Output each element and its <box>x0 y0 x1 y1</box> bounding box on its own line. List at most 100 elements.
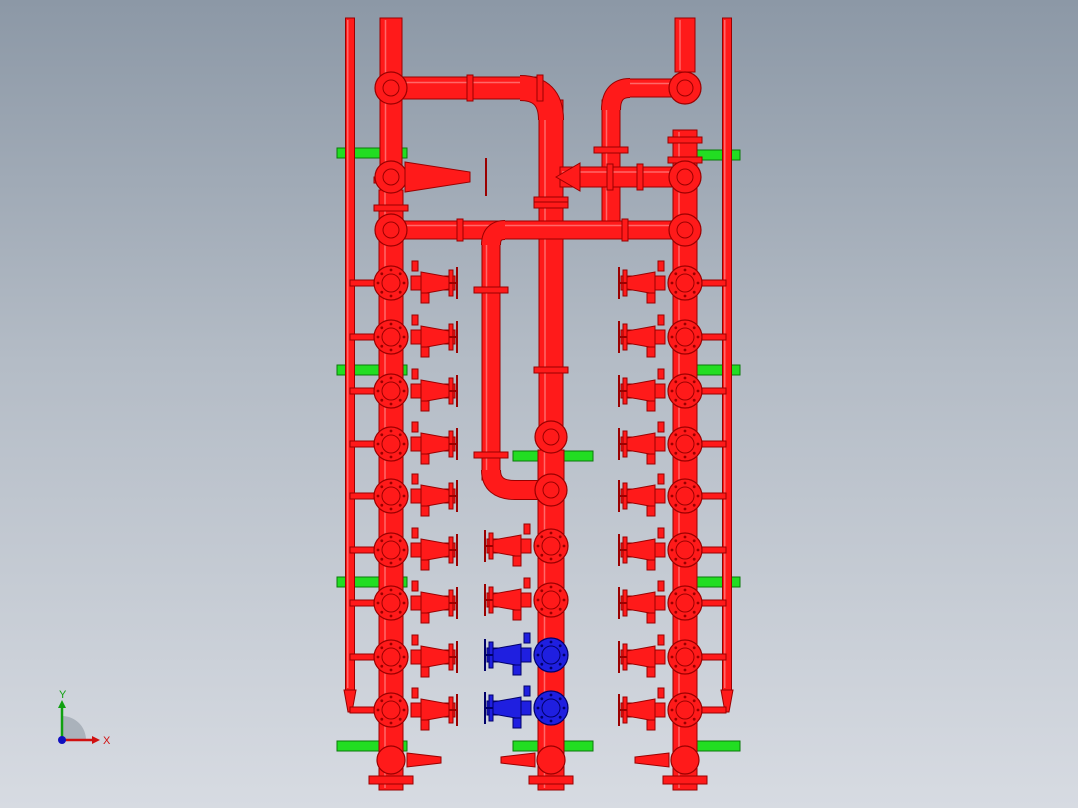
right-branch-valve[interactable] <box>618 634 703 678</box>
right-branch-valve-bolt <box>692 485 696 489</box>
elbow-flange <box>534 420 568 454</box>
left-outlet-valve[interactable] <box>376 745 406 775</box>
right-branch-valve[interactable] <box>618 527 703 571</box>
left-branch-valve[interactable] <box>373 634 458 678</box>
center-branch-valve-bolt <box>558 607 562 611</box>
center-outlet-valve[interactable] <box>536 745 566 775</box>
right-branch-valve-bolt <box>674 717 678 721</box>
right-branch-valve-bolt <box>692 646 696 650</box>
left-side-stub <box>349 599 375 607</box>
left-branch-valve-bolt <box>380 503 384 507</box>
center-branch-valve-bolt <box>558 535 562 539</box>
left-branch-valve[interactable] <box>373 368 458 412</box>
left-branch-valve-bolt <box>402 442 406 446</box>
left-outlet-valve-arm <box>406 752 442 768</box>
right-branch-valve[interactable] <box>618 473 703 517</box>
center-branch-valve-vent <box>523 577 531 589</box>
left-drain-line[interactable] <box>345 17 355 691</box>
center-selected-valve-bolt <box>562 706 566 710</box>
center-branch-valve[interactable] <box>484 577 569 621</box>
right-branch-valve-bolt <box>696 389 700 393</box>
manifold-3d-model[interactable] <box>0 0 1078 808</box>
right-branch-valve-bolt <box>683 695 687 699</box>
right-branch-valve-bolt <box>674 272 678 276</box>
left-branch-valve-bolt <box>398 451 402 455</box>
left-branch-valve-vent <box>411 314 419 326</box>
right-branch-valve-bolt <box>683 614 687 618</box>
right-branch-valve[interactable] <box>618 421 703 465</box>
cross-flange <box>456 218 464 242</box>
right-side-stub <box>701 387 727 395</box>
left-branch-valve-bolt <box>376 548 380 552</box>
run-flange <box>606 163 614 191</box>
left-branch-valve[interactable] <box>373 687 458 731</box>
left-branch-valve-bolt <box>402 281 406 285</box>
left-branch-valve-bolt <box>398 592 402 596</box>
left-side-stub <box>349 706 375 714</box>
left-branch-valve-bolt <box>398 433 402 437</box>
left-branch-valve-bolt <box>389 294 393 298</box>
left-branch-valve-vent <box>411 473 419 485</box>
center-selected-valve-bolt <box>558 644 562 648</box>
strainer-body[interactable] <box>404 161 471 193</box>
center-selected-valve-gauge <box>512 664 522 676</box>
right-branch-valve-bolt <box>674 485 678 489</box>
bypass-drop[interactable] <box>481 231 501 481</box>
left-branch-valve-taper <box>420 432 450 456</box>
right-branch-valve-bolt <box>692 398 696 402</box>
right-branch-valve-taper <box>626 379 656 403</box>
left-branch-valve-bolt <box>380 344 384 348</box>
right-branch-valve[interactable] <box>618 687 703 731</box>
left-branch-valve[interactable] <box>373 314 458 358</box>
right-branch-valve-vent <box>657 634 665 646</box>
run-flange <box>636 163 644 191</box>
left-branch-valve-bolt <box>389 268 393 272</box>
right-branch-valve[interactable] <box>618 368 703 412</box>
right-branch-valve-gauge <box>646 505 656 517</box>
right-outlet-valve[interactable] <box>670 745 700 775</box>
right-branch-valve-vent <box>657 314 665 326</box>
right-riser-top[interactable] <box>674 17 696 73</box>
left-branch-valve[interactable] <box>373 580 458 624</box>
x-axis-label: X <box>103 735 111 747</box>
right-branch-valve-taper <box>626 271 656 295</box>
left-branch-valve-bolt <box>402 708 406 712</box>
elbow-flange <box>668 160 702 194</box>
left-branch-valve[interactable] <box>373 527 458 571</box>
center-selected-valve-bolt <box>549 693 553 697</box>
center-branch-valve-bolt <box>536 598 540 602</box>
center-branch-valve[interactable] <box>484 523 569 567</box>
left-branch-valve-vent <box>411 260 419 272</box>
right-branch-valve-bolt <box>683 588 687 592</box>
right-branch-valve-bolt <box>692 557 696 561</box>
right-branch-valve-gauge <box>646 292 656 304</box>
bypass-tee[interactable] <box>482 221 506 246</box>
left-branch-valve-bolt <box>389 481 393 485</box>
center-selected-valve[interactable] <box>484 632 569 676</box>
right-branch-valve-bolt <box>683 561 687 565</box>
center-branch-valve-taper <box>492 534 522 558</box>
left-branch-valve-gauge <box>420 719 430 731</box>
elbow-flange <box>374 213 408 247</box>
right-drain-line[interactable] <box>722 17 732 691</box>
cad-viewport[interactable]: Y X <box>0 0 1078 808</box>
right-branch-valve[interactable] <box>618 580 703 624</box>
mid-cross-run[interactable] <box>384 220 696 240</box>
left-branch-valve[interactable] <box>373 421 458 465</box>
right-branch-valve[interactable] <box>618 314 703 358</box>
top-left-bend[interactable] <box>519 76 563 121</box>
left-branch-valve[interactable] <box>373 260 458 304</box>
right-branch-valve[interactable] <box>618 260 703 304</box>
right-branch-valve-bolt <box>674 539 678 543</box>
left-branch-valve-vent <box>411 527 419 539</box>
left-branch-valve-bolt <box>398 646 402 650</box>
center-branch-valve-bolt <box>540 607 544 611</box>
center-drop[interactable] <box>538 99 564 441</box>
right-branch-valve-bolt <box>683 268 687 272</box>
left-branch-valve[interactable] <box>373 473 458 517</box>
left-branch-valve-bolt <box>402 601 406 605</box>
header-flange <box>473 286 509 294</box>
center-selected-valve[interactable] <box>484 685 569 729</box>
elbow-flange <box>668 213 702 247</box>
right-branch-valve-bolt <box>683 455 687 459</box>
